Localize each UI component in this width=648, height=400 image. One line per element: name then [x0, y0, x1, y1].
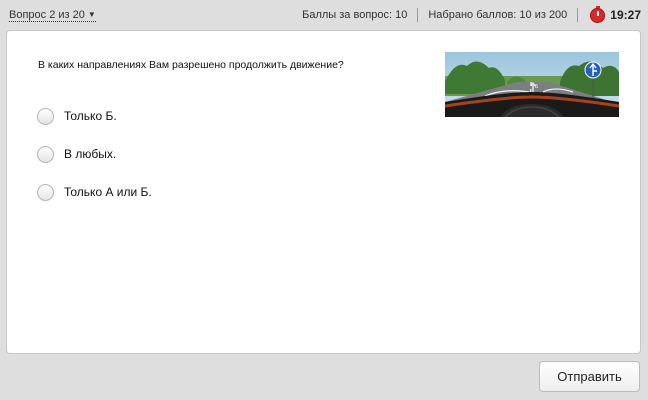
submit-button[interactable]: Отправить [539, 361, 640, 392]
points-total: Набрано баллов: 10 из 200 [428, 9, 568, 21]
question-selector-label: Вопрос 2 из 20 [9, 9, 85, 21]
question-selector-dropdown[interactable]: Вопрос 2 из 20 ▼ [9, 9, 96, 22]
stopwatch-icon [590, 5, 606, 23]
answer-option-3[interactable]: Только А или Б. [37, 173, 152, 211]
answer-label: В любых. [64, 147, 117, 161]
chevron-down-icon: ▼ [87, 10, 96, 19]
road-situation-image: В Б А [445, 52, 619, 117]
answer-option-2[interactable]: В любых. [37, 135, 152, 173]
radio-button[interactable] [37, 183, 54, 201]
answer-label: Только А или Б. [64, 185, 152, 199]
answer-option-1[interactable]: Только Б. [37, 97, 152, 135]
points-per-question: Баллы за вопрос: 10 [302, 9, 408, 21]
question-text: В каких направлениях Вам разрешено продо… [38, 59, 344, 71]
answer-list: Только Б. В любых. Только А или Б. [37, 97, 152, 211]
radio-button[interactable] [37, 107, 54, 125]
road-scene-illustration: В Б А [445, 52, 619, 117]
radio-button[interactable] [37, 145, 54, 163]
question-card: В каких направлениях Вам разрешено продо… [6, 30, 641, 354]
top-bar: Вопрос 2 из 20 ▼ Баллы за вопрос: 10 Наб… [0, 0, 648, 30]
score-stats: Баллы за вопрос: 10 Набрано баллов: 10 и… [292, 0, 641, 30]
timer: 19:27 [578, 5, 641, 23]
timer-text: 19:27 [610, 8, 641, 22]
answer-label: Только Б. [64, 109, 117, 123]
